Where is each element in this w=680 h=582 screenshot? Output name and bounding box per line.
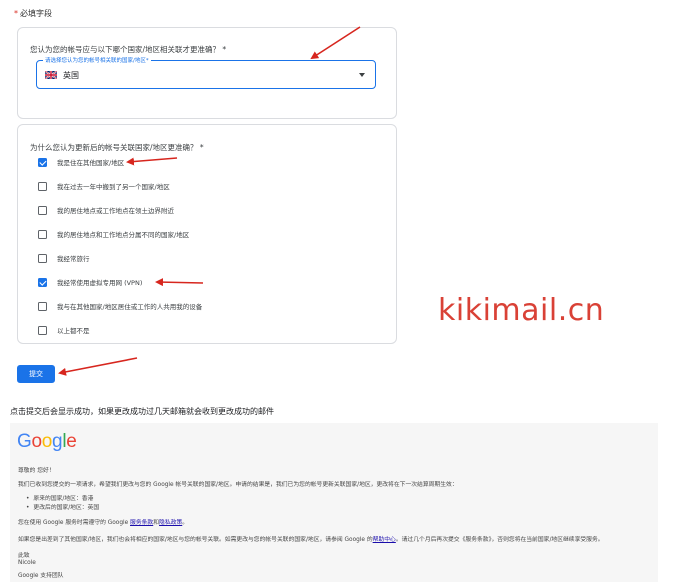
dropdown-arrow-icon <box>359 73 365 77</box>
country-select-floating-label: 请选择您认为您的帐号相关联的国家/地区* <box>43 56 151 64</box>
checkbox[interactable] <box>38 157 47 167</box>
checkbox[interactable] <box>38 325 47 335</box>
email-signature-name: Nicole <box>18 560 36 566</box>
reason-option[interactable]: 以上都不是 <box>38 324 90 336</box>
help-center-link[interactable]: 帮助中心 <box>373 537 396 543</box>
confirmation-email: Google 尊敬的 您好！ 我们已收到您提交的一项请求，希望我们更改与您的 G… <box>10 423 658 582</box>
email-paragraph-1: 我们已收到您提交的一项请求，希望我们更改与您的 Google 帐号关联的国家/地… <box>18 482 458 488</box>
reason-option[interactable]: 我与在其他国家/地区居住或工作的人共用我的设备 <box>38 300 202 312</box>
email-text: 。 <box>182 520 189 526</box>
email-text: 如果您是出差到了其他国家/地区，我们也会将相应的国家/地区与您的帐号关联。如需更… <box>18 537 373 543</box>
reason-question-card: 为什么您认为更新后的帐号关联国家/地区更准确？ * 我是住在其他国家/地区 我在… <box>17 124 397 344</box>
checkbox[interactable] <box>38 181 47 191</box>
reason-option-label: 我的居住地点或工作地点在领土边界附近 <box>57 207 174 215</box>
required-note-text: 必填字段 <box>20 9 52 18</box>
reason-option[interactable]: 我是住在其他国家/地区 <box>38 156 124 168</box>
privacy-policy-link[interactable]: 隐私政策 <box>159 520 182 526</box>
email-greeting: 尊敬的 您好！ <box>18 468 55 474</box>
uk-flag-icon <box>45 71 57 79</box>
email-text: 。请过几个月后再次提交《服务条款》，否则您将在当前国家/地区继续享受服务。 <box>395 537 604 543</box>
instruction-caption: 点击提交后会显示成功，如果更改成功过几天邮箱就会收到更改成功的邮件 <box>10 407 274 416</box>
reason-option-label: 我经常使用虚拟专用网 (VPN) <box>57 279 143 287</box>
reason-option-label: 我的居住地点和工作地点分属不同的国家/地区 <box>57 231 190 239</box>
reason-option[interactable]: 我经常旅行 <box>38 252 90 264</box>
email-bullet: 更改后的国家/地区：英国 <box>26 502 99 511</box>
checkbox[interactable] <box>38 301 47 311</box>
reason-option[interactable]: 我的居住地点和工作地点分属不同的国家/地区 <box>38 228 189 240</box>
reason-option-label: 我在过去一年中搬到了另一个国家/地区 <box>57 183 170 191</box>
watermark-text: kikimail.cn <box>438 293 605 328</box>
checkbox[interactable] <box>38 277 47 287</box>
email-paragraph-2: 您在使用 Google 服务时需遵守的 Google 服务条款和隐私政策。 <box>18 517 188 526</box>
country-select[interactable]: 请选择您认为您的帐号相关联的国家/地区* 英国 <box>36 56 376 89</box>
reason-question-label: 为什么您认为更新后的帐号关联国家/地区更准确？ * <box>30 143 204 152</box>
reason-option-label: 我是住在其他国家/地区 <box>57 159 125 167</box>
logo-letter: o <box>31 431 42 452</box>
email-bullet: 原来的国家/地区：香港 <box>26 493 93 502</box>
email-signature-team: Google 支持团队 <box>18 573 64 579</box>
reason-option[interactable]: 我在过去一年中搬到了另一个国家/地区 <box>38 180 170 192</box>
checkbox[interactable] <box>38 253 47 263</box>
required-star: * <box>14 9 18 18</box>
country-question-card: 您认为您的帐号应与以下哪个国家/地区相关联才更准确？ * 请选择您认为您的帐号相… <box>17 27 397 119</box>
logo-letter: e <box>66 431 77 452</box>
reason-option[interactable]: 我经常使用虚拟专用网 (VPN) <box>38 276 142 288</box>
checkbox[interactable] <box>38 205 47 215</box>
country-question-label: 您认为您的帐号应与以下哪个国家/地区相关联才更准确？ * <box>30 45 227 54</box>
google-logo: Google <box>17 431 77 453</box>
reason-option-label: 我与在其他国家/地区居住或工作的人共用我的设备 <box>57 303 203 311</box>
reason-option[interactable]: 我的居住地点或工作地点在领土边界附近 <box>38 204 174 216</box>
email-text: 您在使用 Google 服务时需遵守的 Google <box>18 520 131 526</box>
email-closing: 此致 <box>18 553 30 559</box>
country-select-value: 英国 <box>63 71 79 80</box>
reason-option-label: 我经常旅行 <box>57 255 90 263</box>
submit-button[interactable]: 提交 <box>17 365 55 383</box>
required-field-note: * 必填字段 <box>14 8 52 19</box>
logo-letter: o <box>41 431 53 452</box>
reason-option-label: 以上都不是 <box>57 327 90 335</box>
terms-of-service-link[interactable]: 服务条款 <box>130 520 153 526</box>
arrow-to-submit <box>58 357 138 376</box>
email-paragraph-3: 如果您是出差到了其他国家/地区，我们也会将相应的国家/地区与您的帐号关联。如需更… <box>18 534 604 543</box>
checkbox[interactable] <box>38 229 47 239</box>
logo-letter: g <box>52 431 63 452</box>
logo-letter: G <box>17 431 32 452</box>
